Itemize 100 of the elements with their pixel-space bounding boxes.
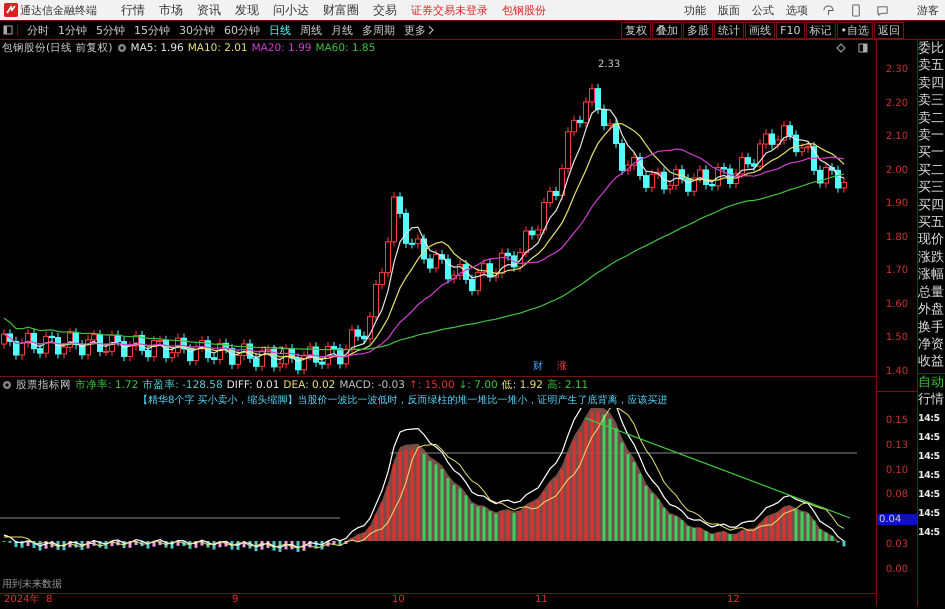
period-tab[interactable]: 月线 <box>331 22 353 38</box>
indicator-value: ↑: 15.00 <box>408 379 455 391</box>
toolbar-button[interactable]: 多股 <box>683 22 714 38</box>
tool-menu-item[interactable]: 功能 <box>684 2 706 18</box>
menu-item[interactable]: 发现 <box>235 2 259 18</box>
indicator-value: MACD: -0.03 <box>339 379 405 391</box>
quote-label: 卖三 <box>918 92 945 110</box>
price-axis-label: 2.10 <box>886 131 908 142</box>
period-tab[interactable]: 分时 <box>27 22 49 38</box>
stock-link[interactable]: 包钢股份 <box>502 2 546 18</box>
price-axis-label: 1.40 <box>886 366 908 377</box>
settings-icon[interactable] <box>116 43 127 53</box>
quote-mode-label[interactable]: 行情 <box>918 391 945 409</box>
quote-label: 换手 <box>918 318 945 336</box>
period-tab[interactable]: 15分钟 <box>134 22 170 38</box>
moving-average-value: MA10: 2.01 <box>188 42 248 54</box>
quote-label: 现价 <box>918 231 945 249</box>
toolbar-button[interactable]: 画线 <box>745 22 776 38</box>
period-tab[interactable]: 5分钟 <box>96 22 125 38</box>
date-axis-label: 11 <box>535 594 548 606</box>
indicator-axis-label: 0.15 <box>886 415 908 426</box>
menu-item[interactable]: 行情 <box>121 2 145 18</box>
settings-icon[interactable] <box>2 380 12 390</box>
moving-average-value: MA5: 1.96 <box>130 42 184 54</box>
indicator-value: DEA: 0.02 <box>283 379 336 391</box>
menu-item[interactable]: 交易 <box>373 2 397 18</box>
quote-label: 卖二 <box>918 110 945 128</box>
moving-average-value: MA60: 1.85 <box>315 42 376 54</box>
quote-label: 收益 <box>918 353 945 371</box>
indicator-value: DIFF: 0.01 <box>226 379 280 391</box>
quote-label: 外盘 <box>918 301 945 318</box>
event-marker[interactable]: 财 <box>533 359 543 373</box>
indicator-axis-label: 0.04 <box>877 514 917 526</box>
quote-label: 净资 <box>918 336 945 354</box>
toolbar-button[interactable]: 复权 <box>621 22 652 38</box>
trade-time: 14:5 <box>918 468 941 483</box>
toolbar-button[interactable]: 叠加 <box>652 22 682 38</box>
indicator-value: ↓: 7.00 <box>458 379 498 391</box>
quote-label: 卖一 <box>918 127 945 144</box>
price-axis-label: 1.70 <box>886 265 908 276</box>
toolbar-button[interactable]: 标记 <box>806 22 836 38</box>
trade-time: 14:5 <box>918 430 941 445</box>
price-axis-label: 1.50 <box>886 332 908 344</box>
indicator-value: 市净率: 1.72 <box>75 378 138 392</box>
login-notice[interactable]: 证券交易未登录 <box>411 2 488 18</box>
quote-label: 买三 <box>918 179 945 197</box>
quote-label: 买一 <box>918 144 945 162</box>
price-axis-label: 2.00 <box>886 164 908 176</box>
diamond-icon[interactable] <box>836 43 846 53</box>
indicator-axis-label: 0.03 <box>886 539 908 550</box>
menu-item[interactable]: 问小达 <box>273 2 309 18</box>
indicator-note: 【精华8个字 买小卖小，缩头缩脚】当股价一波比一波低时，反而绿柱的堆一堆比一堆小，证明产生了底背离，应该买进 <box>137 394 669 408</box>
panel-toggle-icon[interactable] <box>3 25 18 35</box>
chevron-right-icon[interactable] <box>428 25 434 35</box>
message-icon[interactable] <box>876 4 889 16</box>
toolbar-button[interactable]: 统计 <box>714 22 744 38</box>
quote-label: 委比 <box>918 40 945 58</box>
price-axis-label: 2.20 <box>886 98 908 109</box>
period-tab[interactable]: 1分钟 <box>58 22 87 38</box>
quote-label: 总量 <box>918 284 945 302</box>
menu-item[interactable]: 市场 <box>159 2 183 18</box>
date-axis-label: 10 <box>392 594 405 606</box>
quote-label: 涨幅 <box>918 266 945 284</box>
tool-menu-item[interactable]: 公式 <box>752 2 774 18</box>
period-tab[interactable]: 多周期 <box>362 22 395 38</box>
window-icon[interactable] <box>858 43 868 53</box>
skin-icon[interactable] <box>822 4 835 16</box>
quote-mode-label[interactable]: 自动 <box>918 372 945 392</box>
menu-item[interactable]: 财富圈 <box>323 2 359 18</box>
indicator-axis-label: 0.00 <box>886 564 908 575</box>
app-logo-icon <box>4 3 18 17</box>
indicator-axis-label: 0.13 <box>886 440 908 451</box>
tool-menu-item[interactable]: 版面 <box>718 2 740 18</box>
moving-average-value: MA20: 1.99 <box>252 42 312 54</box>
indicator-value: 低: 1.92 <box>502 378 543 392</box>
quote-label: 涨跌 <box>918 248 945 266</box>
trade-time: 14:5 <box>918 488 941 502</box>
period-tab[interactable]: 30分钟 <box>179 22 215 38</box>
quote-label: 买四 <box>918 196 945 214</box>
menu-item[interactable]: 资讯 <box>197 2 221 18</box>
chart-caption: 包钢股份(日线 前复权) <box>2 41 113 55</box>
date-axis-label: 12 <box>727 594 740 606</box>
trade-time: 14:5 <box>918 526 941 540</box>
user-label[interactable]: 游客 <box>917 2 939 18</box>
toolbar-button[interactable]: 返回 <box>874 22 904 38</box>
event-marker[interactable]: 涨 <box>557 359 567 373</box>
price-axis-label: 1.60 <box>886 298 908 310</box>
period-tab[interactable]: 周线 <box>300 22 322 38</box>
trade-time: 14:5 <box>918 450 941 464</box>
period-tab[interactable]: 更多 <box>404 22 426 38</box>
price-axis-label: 1.80 <box>886 232 908 243</box>
high-price-label: 2.33 <box>598 59 620 70</box>
period-tab[interactable]: 60分钟 <box>224 22 260 38</box>
period-tab[interactable]: 日线 <box>269 22 291 38</box>
tool-menu-item[interactable]: 选项 <box>786 2 808 18</box>
indicator-axis-label: 0.08 <box>886 489 908 500</box>
app-title: 通达信金融终端 <box>20 2 97 18</box>
toolbar-button[interactable]: •自选 <box>836 22 873 38</box>
toolbar-button[interactable]: F10 <box>776 22 804 38</box>
date-axis-label: 8 <box>46 594 52 606</box>
